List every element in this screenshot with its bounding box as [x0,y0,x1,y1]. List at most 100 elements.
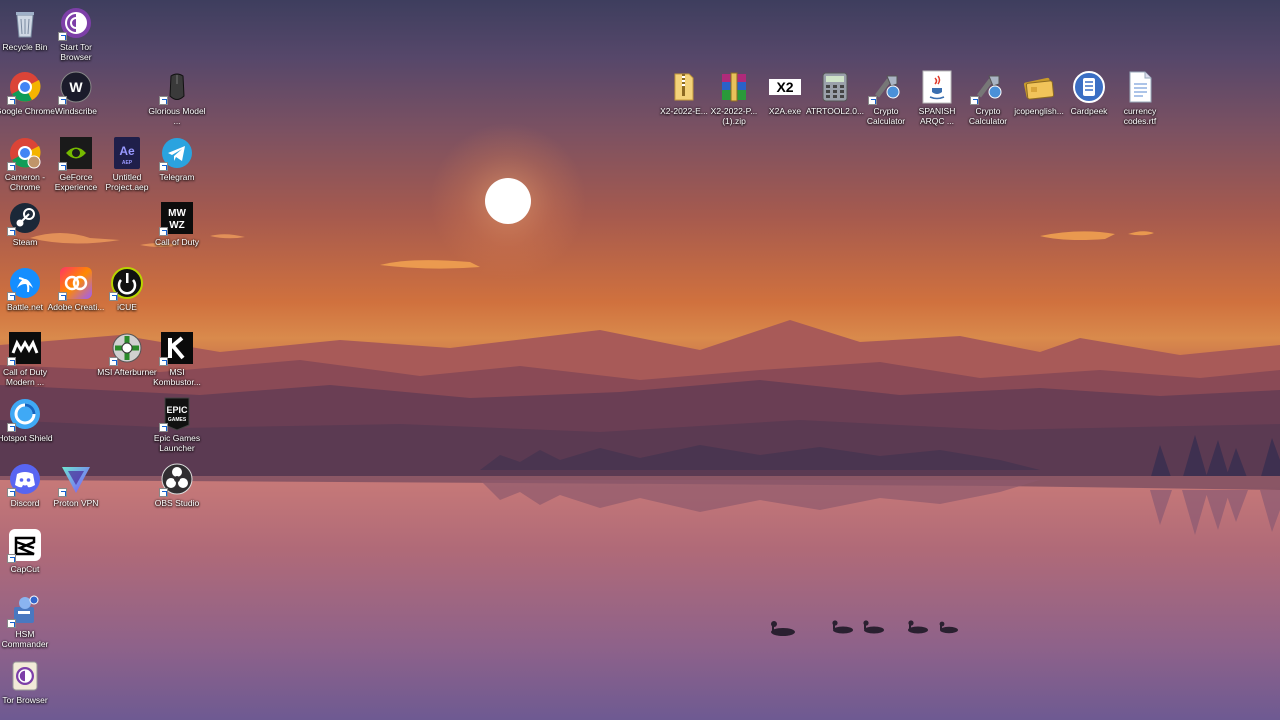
svg-text:EPIC: EPIC [166,405,188,415]
card-icon [1022,70,1056,104]
icon-label: Epic Games Launcher [153,433,201,453]
desktop-icon-currency-codes[interactable]: currency codes.rtf [1109,70,1171,126]
icon-label: iCUE [117,302,137,312]
steam-icon [7,201,42,236]
hotspot-shield-icon [7,397,42,432]
recycle-bin-icon [8,6,42,40]
shortcut-arrow-icon [58,162,67,171]
shortcut-arrow-icon [7,619,16,628]
shortcut-arrow-icon [159,423,168,432]
shortcut-arrow-icon [109,292,118,301]
x2-icon: X2 [768,70,802,104]
epic-games-icon: EPIC GAMES [159,397,194,432]
shortcut-arrow-icon [159,488,168,497]
shortcut-arrow-icon [7,162,16,171]
tor-browser-icon [58,6,93,41]
calculator-icon [818,70,852,104]
after-effects-icon: Ae AEP [110,136,144,170]
shortcut-arrow-icon [970,96,979,105]
shortcut-arrow-icon [58,292,67,301]
shortcut-arrow-icon [58,488,67,497]
icon-label: HSM Commander [1,629,49,649]
svg-text:AEP: AEP [122,160,133,166]
shortcut-arrow-icon [159,357,168,366]
proton-vpn-icon [58,462,93,497]
cardpeek-icon [1072,70,1106,104]
cloud [1128,231,1154,236]
desktop-icon-call-of-duty[interactable]: MW WZ Call of Duty [146,201,208,247]
shortcut-arrow-icon [7,292,16,301]
mw-wz-icon: MW WZ [159,201,194,236]
icon-label: Start Tor Browser [60,42,92,62]
shortcut-arrow-icon [868,96,877,105]
desktop-icon-telegram[interactable]: Telegram [146,136,208,182]
cloud [1040,231,1115,240]
capcut-icon [7,528,42,563]
mouse-icon [159,70,194,105]
desktop-icon-icue[interactable]: iCUE [96,266,158,312]
folder-zip-icon [667,70,701,104]
desktop-icon-msi-kombustor[interactable]: MSI Kombustor... [146,331,208,387]
icon-label: OBS Studio [154,498,200,508]
shortcut-arrow-icon [58,96,67,105]
shortcut-arrow-icon [7,357,16,366]
chrome-icon [7,136,42,171]
afterburner-icon [109,331,144,366]
shortcut-arrow-icon [159,96,168,105]
icon-label: Tor Browser [2,695,48,705]
crypto-tool-icon [868,70,903,105]
shortcut-arrow-icon [159,227,168,236]
kombustor-icon [159,331,194,366]
icon-label: Call of Duty Modern ... [3,367,47,387]
tor-browser-icon [8,659,42,693]
icon-label: Hotspot Shield [0,433,53,443]
icon-label: currency codes.rtf [1123,106,1157,126]
sun [485,178,531,224]
desktop-icon-hotspot-shield[interactable]: Hotspot Shield [0,397,56,443]
shortcut-arrow-icon [7,227,16,236]
java-icon [920,70,954,104]
adobe-cc-icon [58,266,93,301]
svg-text:WZ: WZ [169,220,185,231]
svg-text:Ae: Ae [119,144,135,158]
icon-label: Steam [12,237,38,247]
lake [0,476,1280,720]
icon-label: Call of Duty [155,237,199,247]
battlenet-icon [7,266,42,301]
windscribe-icon: W [58,70,93,105]
shortcut-arrow-icon [7,488,16,497]
mw-icon [7,331,42,366]
hsm-icon [7,593,42,628]
svg-text:X2: X2 [776,79,793,95]
telegram-icon [159,136,194,171]
crypto-tool-icon [970,70,1005,105]
shortcut-arrow-icon [58,32,67,41]
desktop-icon-start-tor-browser[interactable]: Start Tor Browser [45,6,107,62]
document-icon [1123,70,1157,104]
desktop-icon-hsm-commander[interactable]: HSM Commander [0,593,56,649]
desktop-icon-epic-games[interactable]: EPIC GAMES Epic Games Launcher [146,397,208,453]
desktop-icon-glorious-model[interactable]: Glorious Model ... [146,70,208,126]
shortcut-arrow-icon [7,554,16,563]
icon-label: Telegram [159,172,195,182]
obs-icon [159,462,194,497]
desktop-icon-tor-browser[interactable]: Tor Browser [0,659,56,705]
desktop-icon-proton-vpn[interactable]: Proton VPN [45,462,107,508]
chrome-icon [7,70,42,105]
desktop-icon-steam[interactable]: Steam [0,201,56,247]
shortcut-arrow-icon [7,423,16,432]
icue-icon [109,266,144,301]
winrar-icon [717,70,751,104]
cloud [210,234,245,239]
svg-text:GAMES: GAMES [168,417,187,423]
svg-text:MW: MW [168,208,186,219]
desktop-icon-windscribe[interactable]: W Windscribe [45,70,107,116]
desktop-icon-cod-modern[interactable]: Call of Duty Modern ... [0,331,56,387]
icon-label: Windscribe [54,106,98,116]
nvidia-icon [58,136,93,171]
shortcut-arrow-icon [109,357,118,366]
desktop-icon-obs-studio[interactable]: OBS Studio [146,462,208,508]
desktop-icon-capcut[interactable]: CapCut [0,528,56,574]
icon-label: MSI Kombustor... [153,367,201,387]
shortcut-arrow-icon [159,162,168,171]
